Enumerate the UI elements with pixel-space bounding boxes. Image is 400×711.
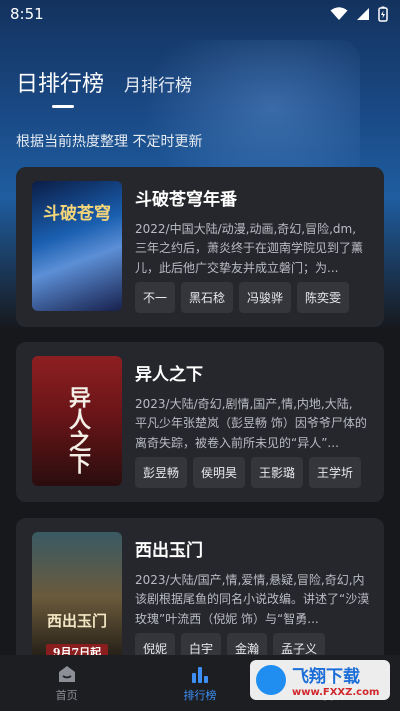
status-time: 8:51 [10, 5, 44, 23]
card-meta: 2022/中国大陆/动漫,动画,奇幻,冒险,dm, [135, 222, 357, 236]
nav-label: 首页 [55, 688, 78, 702]
poster-image: 斗破苍穹 [32, 181, 122, 311]
poster-title-art: 西出玉门 [46, 612, 107, 630]
card-title: 西出玉门 [135, 541, 203, 561]
card-info: 西出玉门 2023/大陆/国产,情,爱情,悬疑,冒险,奇幻,内 该剧根据尾鱼的同… [135, 532, 370, 664]
card-description: 平凡少年张楚岚（彭昱畅 饰）因爷爷尸体的离奇失踪，被卷入前所未见的“异人”... [135, 415, 367, 449]
card-info: 斗破苍穹年番 2022/中国大陆/动漫,动画,奇幻,冒险,dm, 三年之约后，萧… [135, 181, 370, 313]
tab-daily-ranking[interactable]: 日排行榜 [16, 66, 104, 98]
watermark-title: 飞翔下载 [292, 667, 360, 687]
ranking-subtitle: 根据当前热度整理 不定时更新 [16, 134, 203, 150]
ranking-tabs: 日排行榜 月排行榜 [16, 66, 192, 98]
cast-tag[interactable]: 彭昱畅 [135, 457, 188, 488]
cast-tag[interactable]: 王学圻 [309, 457, 362, 488]
bar-chart-icon [191, 666, 208, 683]
card-meta: 2023/大陆/国产,情,爱情,悬疑,冒险,奇幻,内 [135, 573, 365, 587]
poster-image: 西出玉门 9月7日起 [32, 532, 122, 662]
nav-item-home[interactable]: 首页 [17, 664, 117, 703]
watermark-url: www.FXXZ.com [292, 687, 380, 698]
wifi-icon [330, 7, 348, 20]
card-title: 斗破苍穹年番 [135, 190, 237, 210]
ranking-card[interactable]: 斗破苍穹 斗破苍穹年番 2022/中国大陆/动漫,动画,奇幻,冒险,dm, 三年… [16, 167, 384, 327]
watermark-logo-icon [256, 665, 286, 695]
cast-tag[interactable]: 黑石稔 [181, 282, 234, 313]
cast-tag[interactable]: 侯明昊 [193, 457, 246, 488]
card-description: 三年之约后，萧炎终于在迦南学院见到了薰儿，此后他广交挚友并成立磐门；为... [135, 240, 364, 274]
home-icon [58, 665, 75, 682]
status-bar: 8:51 [0, 0, 400, 28]
nav-item-ranking[interactable]: 排行榜 [150, 664, 250, 703]
card-description: 该剧根据尾鱼的同名小说改编。讲述了“沙漠玫瑰”叶流西（倪妮 饰）与“智勇... [135, 591, 370, 625]
signal-icon [357, 8, 369, 20]
nav-label: 排行榜 [183, 688, 217, 702]
card-title: 异人之下 [135, 365, 203, 385]
poster-title-art: 斗破苍穹 [43, 204, 111, 224]
cast-tags: 不一 黑石稔 冯骏骅 陈奕雯 [135, 282, 370, 313]
ranking-card[interactable]: 异人之下 异人之下 2023/大陆/奇幻,剧情,国产,情,内地,大陆, 平凡少年… [16, 342, 384, 502]
poster-image: 异人之下 [32, 356, 122, 486]
battery-icon [378, 6, 388, 22]
cast-tag[interactable]: 冯骏骅 [239, 282, 292, 313]
watermark: 飞翔下载 www.FXXZ.com [250, 660, 390, 700]
card-meta: 2023/大陆/奇幻,剧情,国产,情,内地,大陆, [135, 397, 353, 411]
cast-tag[interactable]: 不一 [135, 282, 176, 313]
watermark-text: 飞翔下载 www.FXXZ.com [292, 662, 379, 698]
tab-monthly-ranking[interactable]: 月排行榜 [124, 71, 192, 96]
card-info: 异人之下 2023/大陆/奇幻,剧情,国产,情,内地,大陆, 平凡少年张楚岚（彭… [135, 356, 370, 488]
ranking-card[interactable]: 西出玉门 9月7日起 西出玉门 2023/大陆/国产,情,爱情,悬疑,冒险,奇幻… [16, 518, 384, 678]
cast-tag[interactable]: 陈奕雯 [297, 282, 350, 313]
cast-tag[interactable]: 王影璐 [251, 457, 304, 488]
status-icons [330, 6, 388, 22]
tab-indicator [52, 105, 74, 108]
poster-title-art: 异人之下 [65, 386, 91, 474]
cast-tags: 彭昱畅 侯明昊 王影璐 王学圻 [135, 457, 370, 488]
